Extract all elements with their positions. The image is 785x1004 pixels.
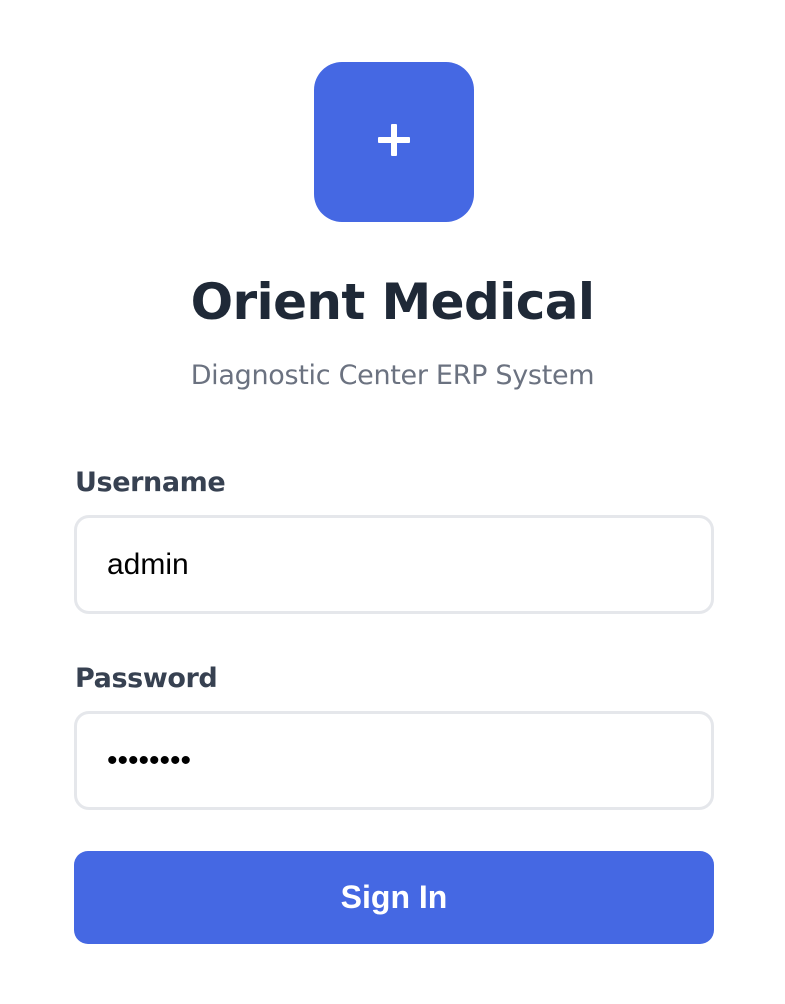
app-title: Orient Medical xyxy=(190,273,595,331)
app-logo xyxy=(314,62,474,222)
username-input[interactable] xyxy=(74,515,714,614)
password-label: Password xyxy=(75,663,218,694)
app-subtitle: Diagnostic Center ERP System xyxy=(190,360,595,391)
username-label: Username xyxy=(75,467,226,498)
password-input[interactable] xyxy=(74,711,714,810)
plus-icon xyxy=(378,124,410,156)
sign-in-button[interactable]: Sign In xyxy=(74,851,714,944)
